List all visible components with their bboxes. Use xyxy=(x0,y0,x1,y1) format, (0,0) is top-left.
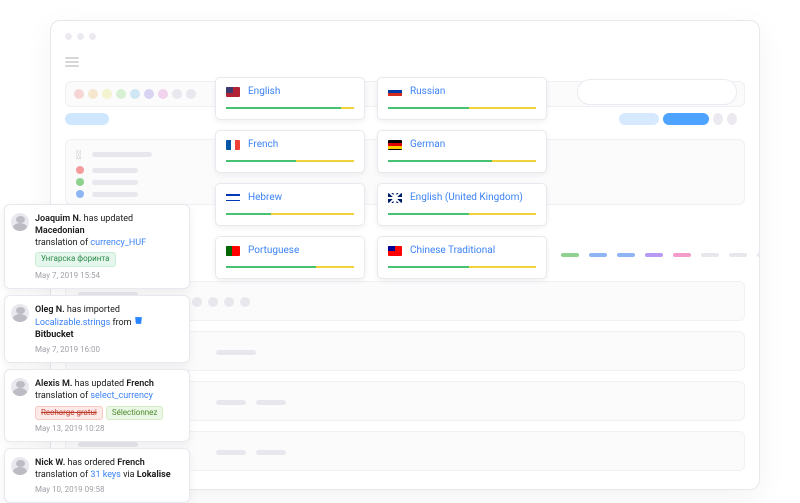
avatar xyxy=(11,213,29,231)
flag-icon-fr xyxy=(226,140,240,150)
key-link[interactable]: 31 keys xyxy=(90,470,120,480)
language-name: English (United Kingdom) xyxy=(410,192,523,203)
language-card-gb[interactable]: English (United Kingdom) xyxy=(377,183,547,226)
language-card-pt[interactable]: Portuguese xyxy=(215,236,365,279)
progress-dash xyxy=(617,253,635,257)
platform-dot xyxy=(76,190,84,198)
menu-icon[interactable] xyxy=(65,57,79,67)
language-card-fr[interactable]: French xyxy=(215,130,365,173)
progress-dash xyxy=(673,253,691,257)
filter-color-dot[interactable] xyxy=(186,89,196,99)
activity-entry[interactable]: Oleg N. has imported Localizable.strings… xyxy=(4,295,190,363)
activity-entry[interactable]: Nick W. has ordered Frenchtranslation of… xyxy=(4,448,190,503)
translation-pill: Унгарска форинта xyxy=(35,252,116,267)
progress-bar xyxy=(226,213,354,215)
flag-icon-pt xyxy=(226,246,240,256)
progress-bar xyxy=(388,266,536,268)
language-name: Russian xyxy=(410,86,445,97)
search-input[interactable] xyxy=(577,79,737,105)
file-link[interactable]: Localizable.strings xyxy=(35,318,110,328)
language-card-ru[interactable]: Russian xyxy=(377,77,547,120)
language-name: Portuguese xyxy=(248,245,299,256)
activity-entry[interactable]: Alexis M. has updated Frenchtranslation … xyxy=(4,369,190,442)
user-name: Joaquim N. xyxy=(35,214,81,224)
avatar xyxy=(11,457,29,475)
timestamp: May 7, 2019 15:54 xyxy=(35,271,181,282)
progress-dash xyxy=(589,253,607,257)
flag-icon-de xyxy=(388,140,402,150)
progress-dash xyxy=(645,253,663,257)
chip-primary[interactable] xyxy=(663,113,709,125)
avatar xyxy=(11,378,29,396)
maximize-icon[interactable] xyxy=(89,33,96,40)
filter-color-dot[interactable] xyxy=(130,89,140,99)
timestamp: May 13, 2019 10:28 xyxy=(35,424,181,435)
language-card-il[interactable]: Hebrew xyxy=(215,183,365,226)
progress-bar xyxy=(388,107,536,109)
chip-icon[interactable] xyxy=(713,113,723,125)
translation-pill: Recharge gratui xyxy=(35,406,103,421)
progress-bar xyxy=(388,160,536,162)
activity-entry[interactable]: Joaquim N. has updated Macedoniantransla… xyxy=(4,204,190,289)
progress-dash xyxy=(729,253,747,257)
language-name: Chinese Traditional xyxy=(410,245,495,256)
progress-bar xyxy=(226,160,354,162)
filter-color-dot[interactable] xyxy=(88,89,98,99)
action-chips xyxy=(619,113,737,125)
language-card-tw[interactable]: Chinese Traditional xyxy=(377,236,547,279)
flag-icon-il xyxy=(226,193,240,203)
language-name: Hebrew xyxy=(248,192,282,203)
progress-dashes xyxy=(561,253,760,257)
language-name: German xyxy=(410,139,445,150)
key-link[interactable]: currency_HUF xyxy=(90,238,146,248)
user-name: Oleg N. xyxy=(35,305,65,315)
flag-icon-gb xyxy=(388,193,402,203)
filter-chip[interactable] xyxy=(65,113,109,125)
language-card-en[interactable]: English xyxy=(215,77,365,120)
close-icon[interactable] xyxy=(65,33,72,40)
window-controls xyxy=(65,33,96,40)
flag-icon-en xyxy=(226,87,240,97)
language-grid: English Russian French German xyxy=(215,77,547,279)
filter-color-dot[interactable] xyxy=(144,89,154,99)
activity-feed: Joaquim N. has updated Macedoniantransla… xyxy=(4,204,190,503)
language-name: French xyxy=(248,139,278,150)
user-name: Alexis M. xyxy=(35,379,72,389)
avatar xyxy=(11,304,29,322)
translation-pill: Sélectionnez xyxy=(106,406,164,421)
chip-secondary[interactable] xyxy=(619,113,659,125)
progress-dash xyxy=(701,253,719,257)
filter-color-dot[interactable] xyxy=(158,89,168,99)
flag-icon-tw xyxy=(388,246,402,256)
progress-bar xyxy=(226,107,354,109)
flag-icon-ru xyxy=(388,87,402,97)
user-name: Nick W. xyxy=(35,458,65,468)
chip-icon[interactable] xyxy=(727,113,737,125)
progress-dash xyxy=(757,253,760,257)
language-name: English xyxy=(248,86,280,97)
apple-icon:  xyxy=(76,148,81,162)
timestamp: May 10, 2019 09:58 xyxy=(35,485,181,496)
minimize-icon[interactable] xyxy=(77,33,84,40)
key-link[interactable]: select_currency xyxy=(90,391,153,401)
language-card-de[interactable]: German xyxy=(377,130,547,173)
platform-dot xyxy=(76,166,84,174)
filter-color-dot[interactable] xyxy=(172,89,182,99)
timestamp: May 7, 2019 16:00 xyxy=(35,345,181,356)
bitbucket-icon xyxy=(134,316,143,325)
progress-bar xyxy=(226,266,354,268)
filter-color-dot[interactable] xyxy=(116,89,126,99)
filter-color-dot[interactable] xyxy=(102,89,112,99)
progress-bar xyxy=(388,213,536,215)
progress-dash xyxy=(561,253,579,257)
filter-color-dot[interactable] xyxy=(74,89,84,99)
platform-dot xyxy=(76,178,84,186)
